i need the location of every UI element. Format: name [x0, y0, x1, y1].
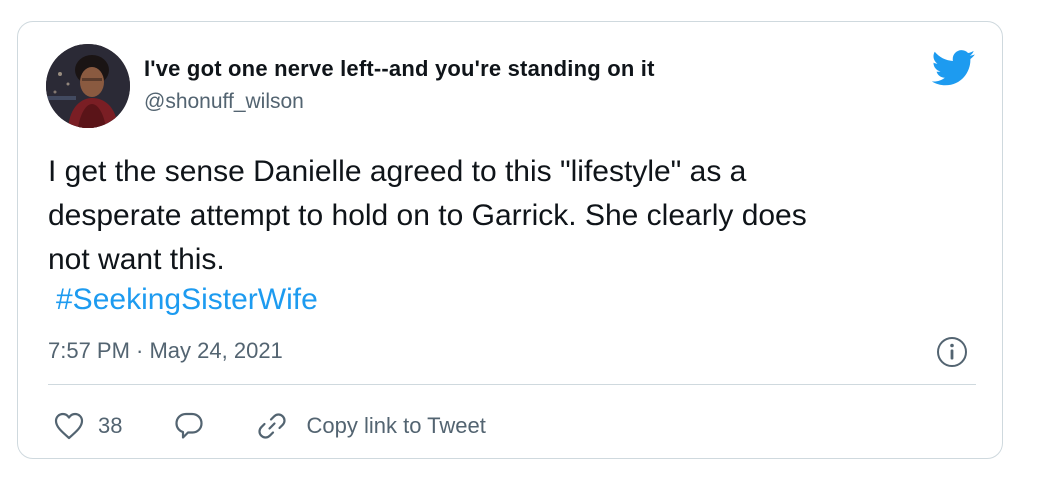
reply-button[interactable] [174, 411, 204, 441]
copy-link-label: Copy link to Tweet [306, 413, 486, 438]
like-count: 38 [98, 413, 123, 438]
divider [48, 384, 976, 385]
avatar-image [46, 44, 130, 128]
hashtag-link[interactable]: #SeekingSisterWife [56, 278, 318, 322]
action-bar: 38 Copy link to Tweet [54, 406, 486, 446]
avatar[interactable] [46, 44, 130, 128]
tweet-timestamp[interactable]: 7:57 PM · May 24, 2021 [48, 338, 283, 364]
copy-link-button[interactable]: Copy link to Tweet [256, 410, 486, 442]
info-icon[interactable] [936, 336, 968, 368]
twitter-bird-icon[interactable] [931, 50, 976, 86]
display-name[interactable]: I've got one nerve left--and you're stan… [144, 56, 655, 82]
tweet-text: I get the sense Danielle agreed to this … [48, 155, 807, 276]
user-handle[interactable]: @shonuff_wilson [144, 90, 304, 114]
link-icon [256, 410, 288, 442]
heart-icon [54, 412, 84, 440]
like-button[interactable]: 38 [54, 412, 122, 440]
reply-bubble-icon [174, 411, 204, 441]
tweet-card[interactable]: I've got one nerve left--and you're stan… [17, 21, 1003, 459]
